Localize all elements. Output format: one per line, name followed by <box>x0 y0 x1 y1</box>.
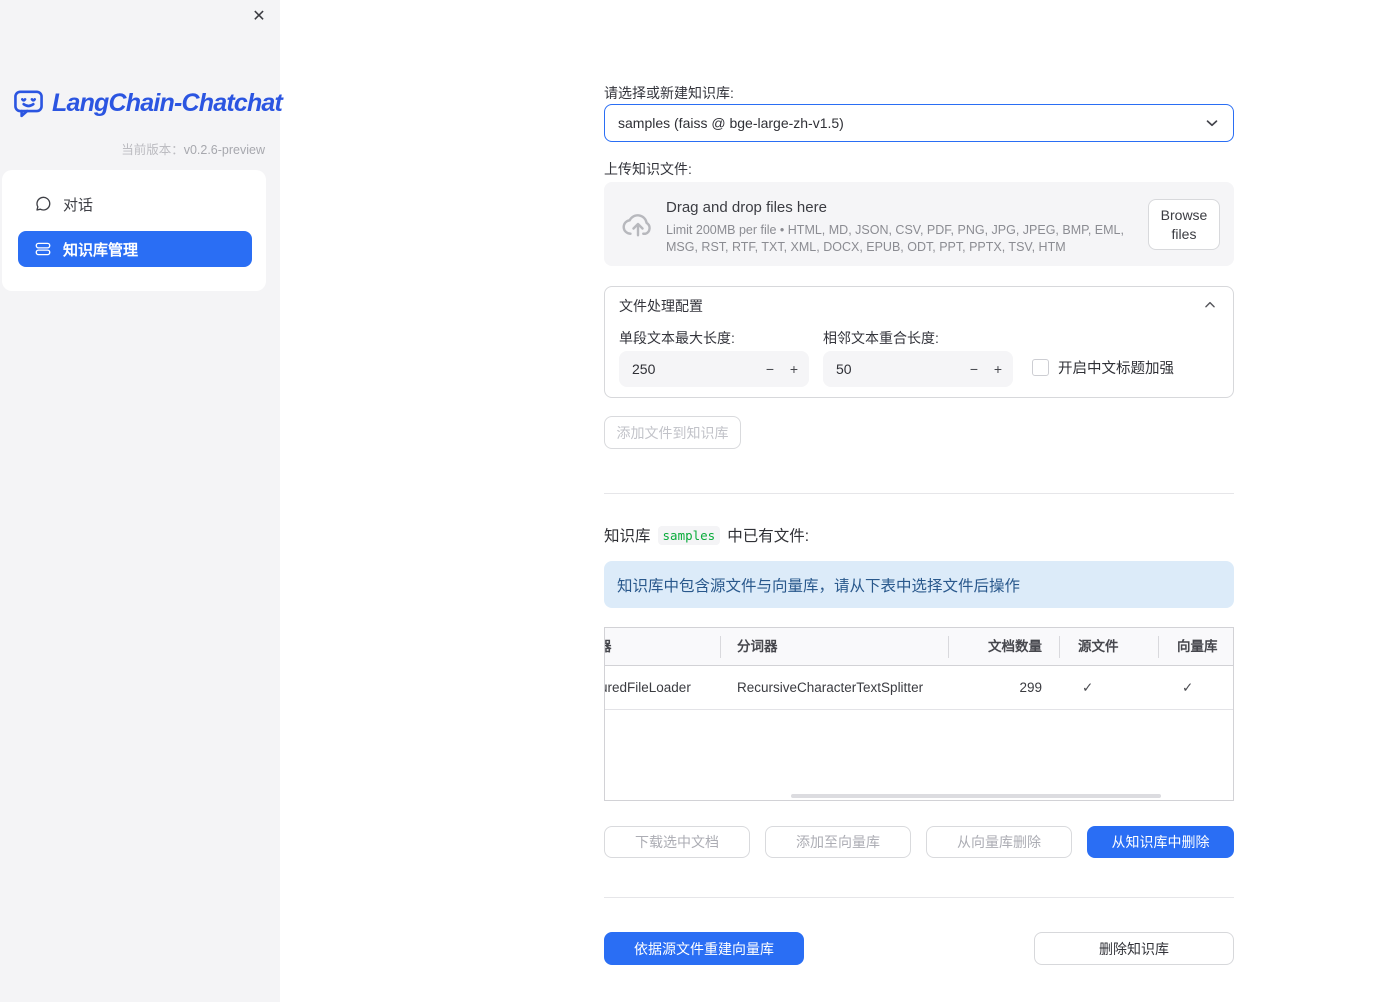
cell-vector-store-check: ✓ <box>1182 680 1194 695</box>
cell-loader-clipped: uredFileLoader <box>604 680 691 695</box>
table-header-vector-store: 向量库 <box>1177 639 1218 654</box>
info-banner: 知识库中包含源文件与向量库，请从下表中选择文件后操作 <box>604 561 1234 608</box>
add-files-to-kb-button[interactable]: 添加文件到知识库 <box>604 416 741 449</box>
table-header-doc-count: 文档数量 <box>988 639 1042 654</box>
logo: LangChain-Chatchat <box>12 87 283 120</box>
checkbox-unchecked[interactable] <box>1032 359 1049 376</box>
expander-title[interactable]: 文件处理配置 <box>619 296 703 316</box>
dropzone-title: Drag and drop files here <box>666 199 827 216</box>
file-config-expander: 文件处理配置 单段文本最大长度: 250 − + 相邻文本重合长度: 50 − … <box>604 286 1234 398</box>
sidebar: ✕ LangChain-Chatchat 当前版本：v0.2.6-preview… <box>0 0 283 1002</box>
divider <box>604 897 1234 898</box>
delete-from-kb-button[interactable]: 从知识库中删除 <box>1087 826 1234 858</box>
delete-from-vector-store-button[interactable]: 从向量库删除 <box>926 826 1072 858</box>
divider <box>604 493 1234 494</box>
upload-label: 上传知识文件: <box>604 161 692 177</box>
app-root: ✕ LangChain-Chatchat 当前版本：v0.2.6-preview… <box>0 0 1380 1002</box>
chunk-size-label: 单段文本最大长度: <box>619 330 735 346</box>
chunk-size-increment-button[interactable]: + <box>781 351 807 387</box>
column-separator <box>1059 636 1060 658</box>
sidebar-item-label: 对话 <box>63 196 94 214</box>
rebuild-vector-store-button[interactable]: 依据源文件重建向量库 <box>604 932 804 965</box>
browse-files-button[interactable]: Browse files <box>1148 199 1220 250</box>
cell-splitter: RecursiveCharacterTextSplitter <box>737 680 924 695</box>
version-label: 当前版本： <box>121 143 184 157</box>
download-selected-docs-button[interactable]: 下载选中文档 <box>604 826 750 858</box>
version-value: v0.2.6-preview <box>183 143 265 157</box>
column-separator <box>948 636 949 658</box>
cloud-upload-icon <box>622 214 651 237</box>
overlap-size-input[interactable]: 50 − + <box>823 351 1013 387</box>
overlap-size-increment-button[interactable]: + <box>985 351 1011 387</box>
cell-doc-count: 299 <box>1019 680 1042 695</box>
delete-kb-button[interactable]: 删除知识库 <box>1034 932 1234 965</box>
chunk-size-decrement-button[interactable]: − <box>757 351 783 387</box>
kb-heading-suffix: 中已有文件: <box>727 528 810 545</box>
kb-select-value: samples (faiss @ bge-large-zh-v1.5) <box>618 115 844 131</box>
overlap-size-decrement-button[interactable]: − <box>961 351 987 387</box>
overlap-size-value: 50 <box>836 361 852 377</box>
table-horizontal-scrollbar[interactable] <box>791 794 1161 798</box>
table-header-source-file: 源文件 <box>1078 639 1119 654</box>
column-separator <box>720 636 721 658</box>
kb-files-table: 器 分词器 文档数量 源文件 向量库 uredFileLoader Recurs… <box>604 627 1234 801</box>
table-header-splitter: 分词器 <box>737 639 778 654</box>
checkbox-label: 开启中文标题加强 <box>1058 361 1174 377</box>
chevron-up-icon[interactable] <box>1203 298 1217 312</box>
chunk-size-value: 250 <box>632 361 656 377</box>
kb-select[interactable]: samples (faiss @ bge-large-zh-v1.5) <box>604 104 1234 142</box>
kb-heading-prefix: 知识库 <box>604 528 651 545</box>
chatchat-logo-icon <box>14 90 43 118</box>
dropzone-limit-text: Limit 200MB per file • HTML, MD, JSON, C… <box>666 223 1124 254</box>
kb-files-heading: 知识库 samples 中已有文件: <box>604 524 809 546</box>
logo-text: LangChain-Chatchat <box>52 89 283 117</box>
kb-name-code: samples <box>657 525 721 545</box>
table-header-loader-clipped: 器 <box>605 628 612 666</box>
add-to-vector-store-button[interactable]: 添加至向量库 <box>765 826 911 858</box>
sidebar-menu: 对话 知识库管理 <box>2 170 266 291</box>
chunk-size-input[interactable]: 250 − + <box>619 351 809 387</box>
sidebar-close-icon[interactable]: ✕ <box>248 6 270 28</box>
sidebar-item-kb-management[interactable]: 知识库管理 <box>18 231 252 267</box>
kb-select-label: 请选择或新建知识库: <box>604 85 734 101</box>
table-row[interactable]: uredFileLoader RecursiveCharacterTextSpl… <box>605 666 1233 710</box>
overlap-size-label: 相邻文本重合长度: <box>823 330 939 346</box>
chat-bubble-icon <box>36 196 51 211</box>
sidebar-item-label: 知识库管理 <box>63 241 139 259</box>
zh-title-enhance-checkbox-row[interactable]: 开启中文标题加强 <box>1032 357 1174 378</box>
column-separator <box>1158 636 1159 658</box>
version-info: 当前版本：v0.2.6-preview <box>121 139 265 158</box>
cell-source-file-check: ✓ <box>1082 680 1094 695</box>
knowledge-base-icon <box>35 242 51 256</box>
file-dropzone[interactable]: Drag and drop files here Limit 200MB per… <box>604 182 1234 266</box>
table-header-row: 器 分词器 文档数量 源文件 向量库 <box>605 628 1233 666</box>
sidebar-item-dialogue[interactable]: 对话 <box>18 186 252 222</box>
chevron-down-icon <box>1206 120 1218 127</box>
